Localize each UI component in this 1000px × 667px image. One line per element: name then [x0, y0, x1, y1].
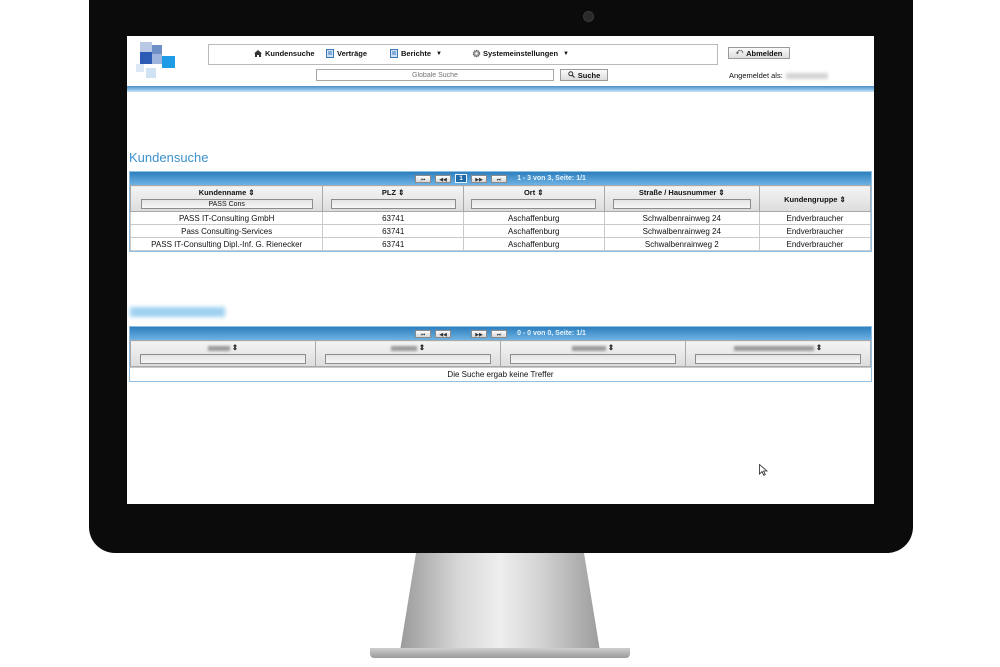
- nav-item-label: Berichte: [401, 49, 432, 58]
- nav-item-label: Systemeinstellungen: [483, 49, 559, 58]
- table-header-row: ⇕ ⇕ ⇕ ⇕: [130, 340, 871, 367]
- column-header-kundengruppe[interactable]: Kundengruppe ⇕: [758, 185, 872, 212]
- next-page-button[interactable]: ▶▶: [471, 329, 488, 338]
- filter-input[interactable]: [695, 354, 861, 364]
- company-logo: [136, 42, 182, 82]
- nav-item-label: Kundensuche: [265, 49, 315, 58]
- prev-page-button[interactable]: ◀◀: [435, 329, 452, 338]
- prev-page-button[interactable]: ◀◀: [435, 174, 452, 183]
- document-icon: [326, 49, 334, 58]
- customer-table: Kundenname ⇕ PASS Cons PLZ ⇕ Ort ⇕ Straß…: [129, 185, 872, 251]
- table-header-row: Kundenname ⇕ PASS Cons PLZ ⇕ Ort ⇕ Straß…: [129, 185, 872, 212]
- column-header-label: ⇕: [688, 343, 868, 352]
- column-header-label: ⇕: [133, 343, 313, 352]
- cell-kundengruppe: Endverbraucher: [758, 211, 872, 225]
- app-screen: Kundensuche Verträge Berichte ▼ Systemei…: [127, 36, 874, 504]
- column-header-strasse[interactable]: Straße / Hausnummer ⇕: [603, 185, 760, 212]
- filter-input[interactable]: [510, 354, 676, 364]
- secondary-grid: ⏮ ◀◀ ▶▶ ⏭ 0 - 0 von 0, Seite: 1/1 ⇕ ⇕ ⇕: [129, 326, 872, 382]
- logout-button[interactable]: ⤺ Abmelden: [728, 47, 790, 59]
- pagination-info: 1 - 3 von 3, Seite: 1/1: [517, 175, 586, 182]
- logout-label: Abmelden: [746, 48, 783, 58]
- customer-grid: ⏮ ◀◀ 1 ▶▶ ⏭ 1 - 3 von 3, Seite: 1/1 Kund…: [129, 171, 872, 252]
- nav-item-label: Verträge: [337, 49, 368, 58]
- cell-kundenname: PASS IT-Consulting GmbH: [129, 211, 324, 225]
- empty-results-message: Die Suche ergab keine Treffer: [130, 367, 871, 381]
- logged-in-info: Angemeldet als:: [729, 71, 828, 80]
- chevron-down-icon: ▼: [436, 50, 442, 57]
- nav-item-vertraege[interactable]: Verträge: [326, 49, 367, 58]
- cell-kundengruppe: Endverbraucher: [758, 237, 872, 251]
- column-header-ort[interactable]: Ort ⇕: [462, 185, 605, 212]
- home-icon: [254, 49, 262, 58]
- filter-input-plz[interactable]: [330, 199, 456, 209]
- monitor-stand: [400, 553, 600, 651]
- filter-input-strasse[interactable]: [612, 199, 751, 209]
- table-row[interactable]: PASS IT-Consulting Dipl.-Inf. G. Rieneck…: [129, 237, 872, 251]
- filter-input-ort[interactable]: [471, 199, 597, 209]
- header-divider: [127, 86, 874, 92]
- column-header-label: Kundengruppe ⇕: [784, 195, 846, 204]
- cell-ort: Aschaffenburg: [462, 224, 605, 238]
- monitor-stand-base: [370, 648, 630, 658]
- column-header-redacted[interactable]: ⇕: [685, 340, 871, 367]
- logout-icon: ⤺: [735, 49, 744, 56]
- column-header-label: ⇕: [318, 343, 498, 352]
- filter-input[interactable]: [325, 354, 491, 364]
- pagination-info: 0 - 0 von 0, Seite: 1/1: [517, 330, 586, 337]
- column-header-label: PLZ ⇕: [381, 188, 405, 197]
- filter-input-kundenname[interactable]: PASS Cons: [140, 199, 313, 209]
- redacted-username: [785, 73, 828, 80]
- column-header-kundenname[interactable]: Kundenname ⇕ PASS Cons: [129, 185, 324, 212]
- pagination-bar: ⏮ ◀◀ 1 ▶▶ ⏭ 1 - 3 von 3, Seite: 1/1: [130, 172, 871, 185]
- current-page-button[interactable]: 1: [455, 174, 468, 183]
- search-button[interactable]: Suche: [560, 69, 608, 81]
- secondary-table: ⇕ ⇕ ⇕ ⇕: [130, 340, 871, 367]
- column-header-label: Kundenname ⇕: [198, 188, 255, 197]
- last-page-button[interactable]: ⏭: [491, 174, 508, 183]
- column-header-redacted[interactable]: ⇕: [130, 340, 316, 367]
- cell-ort: Aschaffenburg: [462, 237, 605, 251]
- cell-kundenname: PASS IT-Consulting Dipl.-Inf. G. Rieneck…: [129, 237, 324, 251]
- logged-in-label: Angemeldet als:: [729, 71, 783, 80]
- cell-strasse: Schwalbenrainweg 24: [603, 224, 760, 238]
- first-page-button[interactable]: ⏮: [415, 174, 432, 183]
- cell-plz: 63741: [322, 211, 464, 225]
- cell-ort: Aschaffenburg: [462, 211, 605, 225]
- pagination-bar: ⏮ ◀◀ ▶▶ ⏭ 0 - 0 von 0, Seite: 1/1: [130, 327, 871, 340]
- last-page-button[interactable]: ⏭: [491, 329, 508, 338]
- redacted-section-title: [130, 307, 225, 317]
- cell-plz: 63741: [322, 224, 464, 238]
- nav-item-berichte[interactable]: Berichte ▼: [390, 49, 442, 58]
- column-header-redacted[interactable]: ⇕: [500, 340, 686, 367]
- column-header-label: Straße / Hausnummer ⇕: [638, 188, 725, 197]
- search-button-label: Suche: [577, 70, 601, 80]
- search-icon: [568, 70, 575, 80]
- column-header-label: Ort ⇕: [523, 188, 544, 197]
- cell-plz: 63741: [322, 237, 464, 251]
- report-icon: [390, 49, 398, 58]
- nav-item-kundensuche[interactable]: Kundensuche: [254, 49, 315, 58]
- cell-strasse: Schwalbenrainweg 2: [603, 237, 760, 251]
- filter-input[interactable]: [140, 354, 306, 364]
- next-page-button[interactable]: ▶▶: [471, 174, 488, 183]
- cell-kundenname: Pass Consulting-Services: [129, 224, 324, 238]
- cell-kundengruppe: Endverbraucher: [758, 224, 872, 238]
- page-title: Kundensuche: [129, 150, 209, 165]
- column-header-redacted[interactable]: ⇕: [315, 340, 501, 367]
- table-row[interactable]: PASS IT-Consulting GmbH 63741 Aschaffenb…: [129, 211, 872, 225]
- main-navigation: Kundensuche Verträge Berichte ▼ Systemei…: [208, 44, 718, 65]
- webcam: [583, 11, 594, 22]
- table-row[interactable]: Pass Consulting-Services 63741 Aschaffen…: [129, 224, 872, 238]
- first-page-button[interactable]: ⏮: [415, 329, 432, 338]
- column-header-label: ⇕: [503, 343, 683, 352]
- nav-item-systemeinstellungen[interactable]: Systemeinstellungen ▼: [472, 49, 569, 58]
- gear-icon: [472, 49, 481, 58]
- cell-strasse: Schwalbenrainweg 24: [603, 211, 760, 225]
- chevron-down-icon: ▼: [563, 50, 569, 57]
- global-search-input[interactable]: [316, 69, 554, 81]
- column-header-plz[interactable]: PLZ ⇕: [322, 185, 464, 212]
